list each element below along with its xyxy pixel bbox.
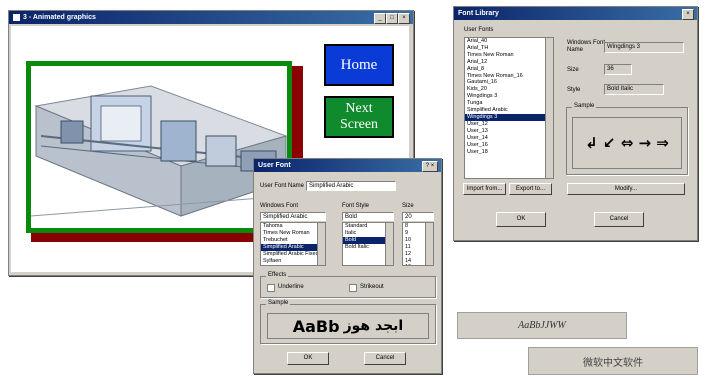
factory-illustration <box>31 85 287 217</box>
user-fonts-item[interactable]: Simplified Arabic <box>465 107 553 114</box>
windows-font-name-field: Wingdings 3 <box>604 42 684 53</box>
sample-label-uf: Sample <box>266 300 291 306</box>
factory-picture <box>31 66 287 228</box>
size-input-uf[interactable]: 20 <box>402 212 434 221</box>
maximize-button[interactable]: □ <box>386 13 398 24</box>
modify-button[interactable]: Modify... <box>567 183 685 195</box>
windows-font-scrollbar[interactable] <box>317 223 325 265</box>
windows-font-input[interactable]: Simplified Arabic <box>260 212 326 221</box>
user-fonts-item[interactable]: Arial_12 <box>465 59 553 66</box>
windows-font-item[interactable]: Simplified Arabic Fixed <box>261 251 325 258</box>
font-library-cancel-button[interactable]: Cancel <box>594 212 644 227</box>
user-fonts-item[interactable]: User_14 <box>465 135 553 142</box>
sample-preview: ↲ ↙ ⇔ → ⇒ <box>572 117 682 169</box>
font-library-dialog: Font Library × User Fonts Arial_40 Arial_… <box>453 6 698 241</box>
windows-font-item[interactable]: Trebuchet <box>261 237 325 244</box>
user-fonts-items: Arial_40 Arial_TH Times New Roman Arial_12 A… <box>465 38 553 155</box>
user-font-name-label: User Font Name <box>260 183 305 189</box>
windows-font-item[interactable]: Simplified Arabic <box>261 243 325 251</box>
user-fonts-item[interactable]: Times New Roman_16 <box>465 73 553 80</box>
export-to-button[interactable]: Export to... <box>509 183 552 195</box>
user-fonts-label: User Fonts <box>464 27 494 33</box>
strikeout-checkbox[interactable] <box>349 284 357 292</box>
sample-latin: AaBb <box>292 316 340 336</box>
next-screen-button[interactable]: Next Screen <box>324 96 394 138</box>
hebrew-sample-text: AaBbJJWW <box>518 320 566 331</box>
font-library-title: Font Library <box>458 10 499 17</box>
font-library-titlebar: Font Library <box>454 7 697 20</box>
user-fonts-item[interactable]: User_18 <box>465 149 553 156</box>
home-button[interactable]: Home <box>324 44 394 86</box>
style-label: Style <box>567 87 581 93</box>
user-font-ok-button[interactable]: OK <box>287 352 329 365</box>
user-fonts-item[interactable]: Times New Roman <box>465 52 553 59</box>
windows-font-items: Tahoma Times New Roman Trebuchet Simplified… <box>261 223 325 264</box>
windows-font-item[interactable]: Times New Roman <box>261 230 325 237</box>
sample-preview-uf: AaBb ابجد هوز <box>267 313 429 339</box>
font-style-label: Font Style <box>342 203 370 209</box>
minimize-button[interactable]: _ <box>374 13 386 24</box>
user-fonts-item[interactable]: Gautami_16 <box>465 79 553 86</box>
style-field: Bold Italic <box>604 84 664 95</box>
size-label: Size <box>567 67 579 73</box>
user-font-close-button[interactable]: ? × <box>422 161 438 172</box>
user-fonts-list[interactable]: Arial_40 Arial_TH Times New Roman Arial_12 A… <box>464 37 554 179</box>
sample-group: Sample ↲ ↙ ⇔ → ⇒ <box>566 103 688 175</box>
underline-checkbox[interactable] <box>267 284 275 292</box>
user-fonts-item[interactable]: Kids_20 <box>465 86 553 93</box>
sample-glyphs: ↲ ↙ ⇔ → ⇒ <box>585 134 669 152</box>
home-button-label: Home <box>340 56 378 73</box>
user-font-titlebar: User Font <box>254 159 441 172</box>
effects-group-label: Effects <box>266 272 289 278</box>
user-fonts-item[interactable]: Wingdings 3 <box>465 113 553 121</box>
user-fonts-item[interactable]: Tunga <box>465 100 553 107</box>
user-fonts-item[interactable]: User_13 <box>465 128 553 135</box>
import-from-button[interactable]: Import from... <box>463 183 506 195</box>
chinese-sample-strip: 微软中文软件 <box>528 347 698 375</box>
size-list-uf[interactable]: 891011121416 <box>402 222 434 266</box>
app-icon <box>13 13 20 21</box>
effects-group: Effects Underline Strikeout <box>260 272 436 298</box>
underline-label: Underline <box>278 284 304 290</box>
close-button[interactable]: × <box>398 13 410 24</box>
user-fonts-item[interactable]: User_16 <box>465 142 553 149</box>
user-fonts-scrollbar[interactable] <box>545 38 553 178</box>
user-fonts-item[interactable]: User_12 <box>465 121 553 128</box>
user-fonts-item[interactable]: Arial_8 <box>465 66 553 73</box>
user-fonts-item[interactable]: Arial_40 <box>465 38 553 45</box>
sample-group-label: Sample <box>572 103 597 109</box>
size-scrollbar[interactable] <box>425 223 433 265</box>
user-font-title: User Font <box>258 162 291 169</box>
font-library-ok-button[interactable]: OK <box>496 212 546 227</box>
windows-font-label: Windows Font <box>260 203 299 209</box>
user-fonts-item[interactable]: Arial_TH <box>465 45 553 52</box>
user-fonts-item[interactable]: Wingdings 3 <box>465 93 553 100</box>
user-font-name-input[interactable]: Simplified Arabic <box>306 181 396 191</box>
font-library-close-button[interactable]: × <box>682 9 694 20</box>
sample-arabic: ابجد هوز <box>343 318 404 334</box>
windows-font-name-label: Windows Font Name <box>567 40 606 53</box>
chinese-sample-text: 微软中文软件 <box>583 357 643 369</box>
font-style-scrollbar[interactable] <box>385 223 393 265</box>
main-window-titlebar: 3 - Animated graphics <box>9 11 413 24</box>
windows-font-item[interactable]: Tahoma <box>261 223 325 230</box>
user-font-cancel-button[interactable]: Cancel <box>364 352 406 365</box>
size-field: 36 <box>604 64 632 75</box>
next-screen-label: Next Screen <box>339 101 379 132</box>
size-label-uf: Size <box>402 203 414 209</box>
main-window-title: 3 - Animated graphics <box>23 14 96 21</box>
font-style-list[interactable]: Standard Italic Bold Bold Italic <box>342 222 394 266</box>
windows-font-list[interactable]: Tahoma Times New Roman Trebuchet Simplified… <box>260 222 326 266</box>
strikeout-label: Strikeout <box>360 284 384 290</box>
windows-font-item[interactable]: Sylfaen <box>261 258 325 265</box>
sample-group-uf: Sample AaBb ابجد هوز <box>260 300 436 344</box>
font-style-input[interactable]: Bold <box>342 212 394 221</box>
user-font-dialog: User Font ? × User Font Name Simplified … <box>253 158 442 374</box>
hebrew-sample-strip: AaBbJJWW <box>457 312 627 339</box>
